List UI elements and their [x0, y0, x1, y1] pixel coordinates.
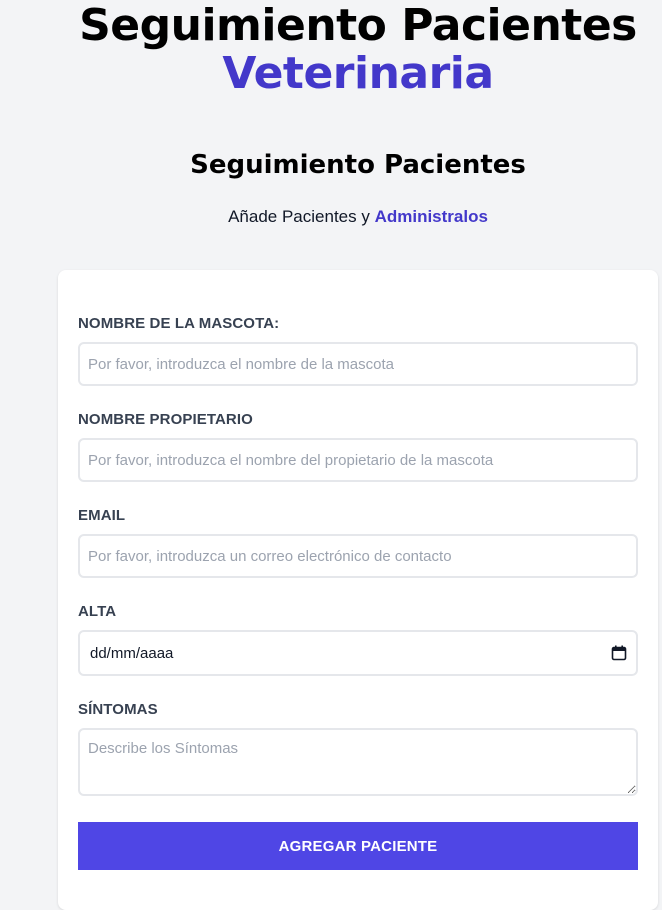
page-title-accent: Veterinaria: [222, 48, 494, 99]
discharge-date-label: ALTA: [78, 603, 117, 620]
owner-name-input[interactable]: [78, 438, 638, 482]
section-title: Seguimiento Pacientes: [190, 150, 526, 180]
email-label: EMAIL: [78, 507, 126, 524]
page-title-main: Seguimiento Pacientes: [79, 0, 637, 51]
patient-form: NOMBRE DE LA MASCOTA: NOMBRE PROPIETARIO…: [58, 270, 658, 910]
email-input[interactable]: [78, 534, 638, 578]
calendar-icon[interactable]: [610, 644, 628, 662]
owner-name-label: NOMBRE PROPIETARIO: [78, 411, 253, 428]
pet-name-label: NOMBRE DE LA MASCOTA:: [78, 315, 280, 332]
subtitle-prefix: Añade Pacientes y: [228, 207, 375, 226]
subtitle-accent: Administralos: [374, 207, 488, 226]
page-title: Seguimiento Pacientes Veterinaria: [0, 2, 662, 98]
symptoms-textarea[interactable]: [78, 728, 638, 796]
discharge-date-input[interactable]: dd/mm/aaaa: [78, 630, 638, 676]
discharge-date-value: dd/mm/aaaa: [90, 644, 174, 662]
section-subtitle: Añade Pacientes y Administralos: [0, 205, 662, 229]
pet-name-input[interactable]: [78, 342, 638, 386]
symptoms-label: SÍNTOMAS: [78, 701, 158, 718]
add-patient-button[interactable]: AGREGAR PACIENTE: [78, 822, 638, 870]
